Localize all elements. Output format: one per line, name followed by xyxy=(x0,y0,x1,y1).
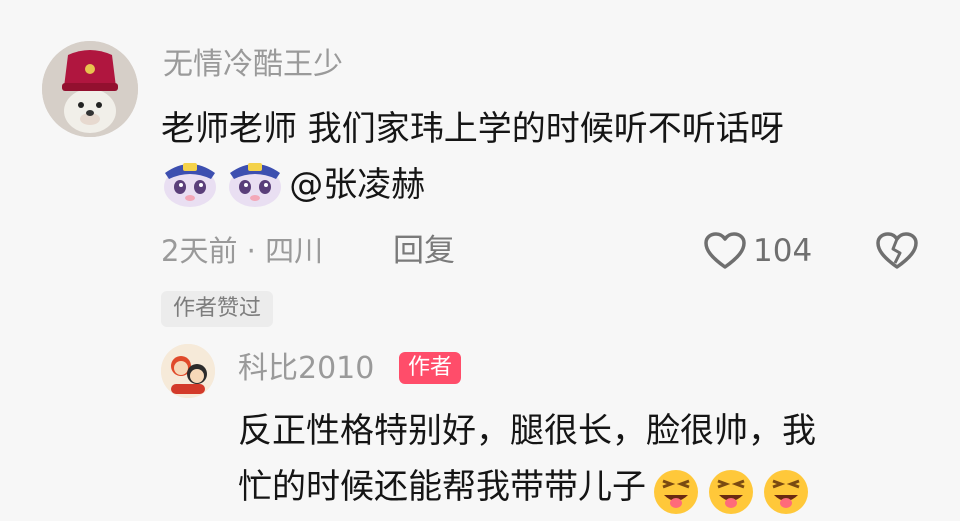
mention-link[interactable]: @张凌赫 xyxy=(289,165,425,205)
police-bunny-emoji-icon xyxy=(161,157,219,213)
comment-time-location: 2天前 · 四川 xyxy=(161,234,324,268)
mention-line: @张凌赫 xyxy=(161,157,425,211)
author-badge-wrap: 作者 xyxy=(399,352,462,384)
reply-text-line1: 反正性格特别好，腿很长，脸很帅，我 xyxy=(238,411,816,451)
tongue-wink-emoji-icon xyxy=(706,467,756,521)
author-badge: 作者 xyxy=(399,352,462,384)
tongue-wink-emoji-icon xyxy=(651,467,701,521)
reply-author-avatar[interactable] xyxy=(161,344,215,398)
reply-button[interactable]: 回复 xyxy=(393,233,455,269)
author-liked-tag: 作者赞过 xyxy=(161,291,274,327)
reply-text-line2: 忙的时候还能帮我带带儿子 xyxy=(238,467,646,507)
heart-outline-icon xyxy=(703,232,747,275)
like-count: 104 xyxy=(753,233,813,269)
like-button[interactable] xyxy=(703,231,747,271)
dislike-button[interactable] xyxy=(875,231,919,271)
comment-text: 老师老师 我们家玮上学的时候听不听话呀 xyxy=(161,109,784,149)
tongue-wink-emoji-icon xyxy=(761,467,811,521)
reply-text-line2-row: 忙的时候还能帮我带带儿子 xyxy=(238,459,811,514)
broken-heart-icon xyxy=(875,232,919,275)
reply-username[interactable]: 科比2010 xyxy=(238,351,374,387)
commenter-username[interactable]: 无情冷酷王少 xyxy=(163,47,343,83)
police-bunny-emoji-icon xyxy=(226,157,284,213)
commenter-avatar[interactable] xyxy=(42,41,138,137)
